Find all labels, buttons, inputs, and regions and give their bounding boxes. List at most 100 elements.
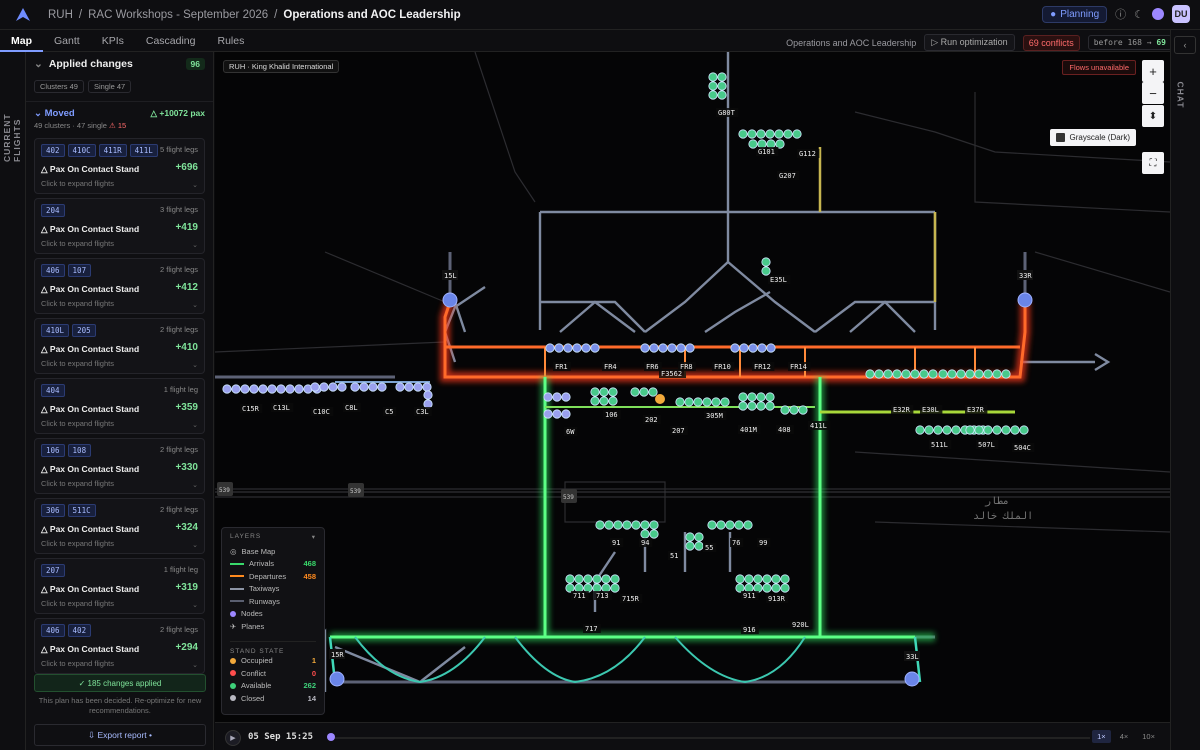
stand-marker[interactable] (757, 343, 767, 353)
stand-marker[interactable] (613, 520, 623, 530)
avatar[interactable]: DU (1172, 5, 1190, 23)
stand-marker[interactable] (766, 139, 776, 149)
chevron-down-icon[interactable]: ⌄ (192, 241, 198, 249)
help-icon[interactable]: ⓘ (1115, 6, 1126, 22)
change-card[interactable]: 106 108 2 flight legs △ Pax On Contact Stan… (34, 438, 205, 494)
stand-marker[interactable] (983, 369, 993, 379)
stand-marker[interactable] (590, 343, 600, 353)
stand-marker[interactable] (649, 520, 659, 530)
stand-marker[interactable] (676, 343, 686, 353)
stand-marker[interactable] (756, 392, 766, 402)
stand-marker[interactable] (604, 520, 614, 530)
stand-marker[interactable] (319, 382, 329, 392)
collapse-chevron-icon[interactable]: ⌄ (34, 58, 43, 70)
stand-marker[interactable] (350, 382, 360, 392)
stand-marker[interactable] (942, 425, 952, 435)
stand-marker[interactable] (747, 129, 757, 139)
chevron-down-icon[interactable]: ⌄ (192, 541, 198, 549)
stand-marker[interactable] (554, 343, 564, 353)
stand-marker[interactable] (765, 392, 775, 402)
stand-marker[interactable] (947, 369, 957, 379)
panel-header[interactable]: ⌄ Applied changes 96 (26, 52, 213, 76)
stand-marker[interactable] (766, 343, 776, 353)
stand-marker[interactable] (919, 369, 929, 379)
stand-marker[interactable] (422, 382, 432, 392)
stand-marker[interactable] (974, 425, 984, 435)
theme-toggle-icon[interactable]: ☾ (1134, 8, 1144, 21)
stand-marker[interactable] (915, 425, 925, 435)
stand-marker[interactable] (711, 397, 721, 407)
stand-marker[interactable] (924, 425, 934, 435)
stand-marker[interactable] (738, 129, 748, 139)
layer-arrivals[interactable]: Arrivals 468 (230, 558, 316, 571)
stand-marker[interactable] (928, 369, 938, 379)
chevron-down-icon[interactable]: ⌄ (192, 601, 198, 609)
stand-marker[interactable] (608, 396, 618, 406)
app-logo[interactable] (12, 4, 34, 26)
stand-marker[interactable] (574, 583, 584, 593)
state-closed[interactable]: Closed 14 (230, 692, 316, 705)
change-card[interactable]: 404 1 flight leg △ Pax On Contact Stand +35… (34, 378, 205, 434)
tab-map[interactable]: Map (0, 30, 43, 52)
stand-marker[interactable] (765, 129, 775, 139)
stand-marker[interactable] (865, 369, 875, 379)
stand-marker[interactable] (717, 72, 727, 82)
stand-marker[interactable] (404, 382, 414, 392)
stand-marker[interactable] (708, 81, 718, 91)
airport-map[interactable]: G80T G101 G112 G207 E35L FR1 FR4 FR6 F3562 FR8 FR1… (215, 52, 1170, 722)
stand-marker[interactable] (631, 520, 641, 530)
chevron-down-icon[interactable]: ⌄ (192, 361, 198, 369)
stand-marker[interactable] (640, 343, 650, 353)
layers-collapse-icon[interactable]: ▾ (312, 533, 316, 541)
stand-marker[interactable] (780, 583, 790, 593)
layer-nodes[interactable]: Nodes (230, 608, 316, 621)
stand-marker[interactable] (240, 384, 250, 394)
stand-marker[interactable] (738, 392, 748, 402)
stand-marker[interactable] (735, 574, 745, 584)
play-icon[interactable]: ▶ (225, 730, 241, 746)
stand-marker[interactable] (276, 384, 286, 394)
stand-marker[interactable] (601, 583, 611, 593)
stand-marker[interactable] (610, 583, 620, 593)
stand-marker[interactable] (762, 574, 772, 584)
stand-marker[interactable] (735, 583, 745, 593)
speed-1x[interactable]: 1× (1092, 730, 1111, 743)
stand-marker[interactable] (708, 90, 718, 100)
stand-marker[interactable] (747, 401, 757, 411)
stand-marker[interactable] (685, 532, 695, 542)
tab-rules[interactable]: Rules (207, 30, 256, 52)
stand-marker[interactable] (783, 129, 793, 139)
chevron-down-icon[interactable]: ⌄ (192, 481, 198, 489)
stand-marker[interactable] (694, 541, 704, 551)
export-report-button[interactable]: ⇩ Export report • (34, 724, 206, 746)
stand-marker[interactable] (780, 405, 790, 415)
stand-marker[interactable] (675, 397, 685, 407)
stand-marker[interactable] (622, 520, 632, 530)
stand-marker[interactable] (563, 343, 573, 353)
stand-marker[interactable] (599, 396, 609, 406)
occupied-stand-marker[interactable] (655, 394, 665, 404)
stand-marker[interactable] (552, 392, 562, 402)
change-card[interactable]: 402 410C 411R 411L 5 flight legs △ Pax On Con… (34, 138, 205, 194)
stand-marker[interactable] (951, 425, 961, 435)
stand-marker[interactable] (720, 397, 730, 407)
stands-layer[interactable] (222, 72, 1029, 593)
stand-marker[interactable] (574, 574, 584, 584)
stand-marker[interactable] (789, 405, 799, 415)
stand-marker[interactable] (581, 343, 591, 353)
stand-marker[interactable] (717, 81, 727, 91)
stand-marker[interactable] (545, 343, 555, 353)
stand-marker[interactable] (730, 343, 740, 353)
stand-marker[interactable] (601, 574, 611, 584)
stand-marker[interactable] (965, 425, 975, 435)
stand-marker[interactable] (285, 384, 295, 394)
stand-marker[interactable] (756, 129, 766, 139)
stand-marker[interactable] (753, 574, 763, 584)
stand-marker[interactable] (757, 139, 767, 149)
change-card[interactable]: 306 511C 2 flight legs △ Pax On Contact Sta… (34, 498, 205, 554)
stand-marker[interactable] (1001, 369, 1011, 379)
stand-marker[interactable] (744, 574, 754, 584)
stand-marker[interactable] (738, 401, 748, 411)
state-occupied[interactable]: Occupied 1 (230, 655, 316, 668)
fullscreen-icon[interactable]: ⛶ (1142, 152, 1164, 174)
